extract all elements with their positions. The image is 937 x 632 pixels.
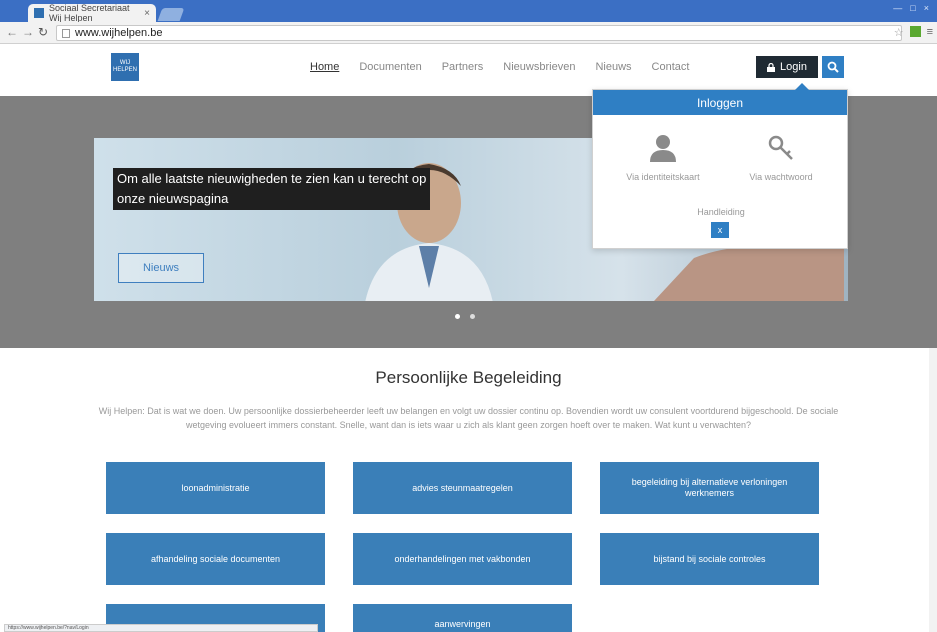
intro-text: Wij Helpen: Dat is wat we doen. Uw perso… [98, 406, 839, 430]
window-controls: — □ × [893, 3, 929, 13]
minimize-icon[interactable]: — [893, 3, 902, 13]
toolbar-icons: ☆ ≡ [894, 26, 933, 39]
browser-tab[interactable]: Sociaal Secretariaat Wij Helpen × [28, 3, 156, 23]
nav-contact[interactable]: Contact [652, 61, 690, 73]
window-close-icon[interactable]: × [924, 3, 929, 13]
browser-tabstrip: Sociaal Secretariaat Wij Helpen × — □ × [0, 0, 937, 23]
service-tile[interactable]: loonadministratie [106, 462, 325, 514]
status-bar: https://www.wijhelpen.be/?nav/Login [4, 624, 318, 632]
search-icon [827, 61, 839, 73]
service-tile[interactable]: begeleiding bij alternatieve verloningen… [600, 462, 819, 514]
service-tile[interactable]: aanwervingen [353, 604, 572, 632]
address-bar[interactable]: www.wijhelpen.be [56, 25, 902, 41]
tab-title: Sociaal Secretariaat Wij Helpen [49, 3, 130, 23]
login-button[interactable]: Login [756, 56, 818, 78]
login-label: Login [780, 61, 807, 73]
nav-home[interactable]: Home [310, 61, 339, 73]
lock-icon [767, 62, 776, 72]
bookmark-star-icon[interactable]: ☆ [894, 26, 904, 39]
hero-caption-line1: Om alle laatste nieuwigheden te zien kan… [117, 171, 427, 186]
login-option-password[interactable]: Via wachtwoord [721, 134, 841, 182]
carousel-indicators [455, 314, 475, 319]
reload-icon[interactable]: ↻ [38, 25, 48, 39]
nav-nieuws[interactable]: Nieuws [595, 61, 631, 73]
tab-close-icon[interactable]: × [144, 8, 150, 19]
key-icon [768, 135, 793, 160]
forward-icon[interactable]: → [22, 25, 34, 39]
login-dropdown: Inloggen Via identiteitskaart Via wachtw… [592, 83, 849, 249]
site-favicon-icon [34, 8, 44, 18]
hero-news-button[interactable]: Nieuws [118, 253, 204, 283]
service-tile[interactable]: onderhandelingen met vakbonden [353, 533, 572, 585]
login-option-password-label: Via wachtwoord [749, 172, 813, 182]
back-icon[interactable]: ← [6, 25, 18, 39]
carousel-dot[interactable] [455, 314, 460, 319]
main-nav: Home Documenten Partners Nieuwsbrieven N… [310, 61, 689, 73]
section-title: Persoonlijke Begeleiding [375, 368, 562, 387]
page-icon [62, 29, 70, 38]
maximize-icon[interactable]: □ [910, 3, 915, 13]
hero-caption-line2: onze nieuwspagina [117, 190, 229, 208]
hero-caption: Om alle laatste nieuwigheden te zien kan… [113, 168, 431, 210]
nav-documenten[interactable]: Documenten [359, 61, 421, 73]
nav-partners[interactable]: Partners [442, 61, 484, 73]
service-tile[interactable]: advies steunmaatregelen [353, 462, 572, 514]
login-option-card-label: Via identiteitskaart [626, 172, 700, 182]
login-option-card[interactable]: Via identiteitskaart [603, 134, 723, 182]
extension-icon[interactable] [909, 26, 921, 37]
new-tab-button[interactable] [157, 8, 185, 21]
nav-nieuwsbrieven[interactable]: Nieuwsbrieven [503, 61, 575, 73]
user-icon [650, 135, 676, 162]
service-tile[interactable]: afhandeling sociale documenten [106, 533, 325, 585]
manual-link[interactable]: Handleiding [593, 207, 849, 217]
service-tile[interactable]: bijstand bij sociale controles [600, 533, 819, 585]
browser-toolbar: ← → ↻ www.wijhelpen.be ☆ ≡ [0, 22, 937, 44]
menu-icon[interactable]: ≡ [927, 26, 933, 39]
login-panel-close-button[interactable]: x [711, 222, 729, 238]
address-text: www.wijhelpen.be [75, 27, 163, 39]
dropdown-arrow [795, 83, 809, 90]
site-logo[interactable]: WIJ HELPEN [111, 53, 139, 81]
login-panel-title: Inloggen [593, 90, 847, 115]
search-button[interactable] [822, 56, 844, 78]
carousel-dot[interactable] [470, 314, 475, 319]
